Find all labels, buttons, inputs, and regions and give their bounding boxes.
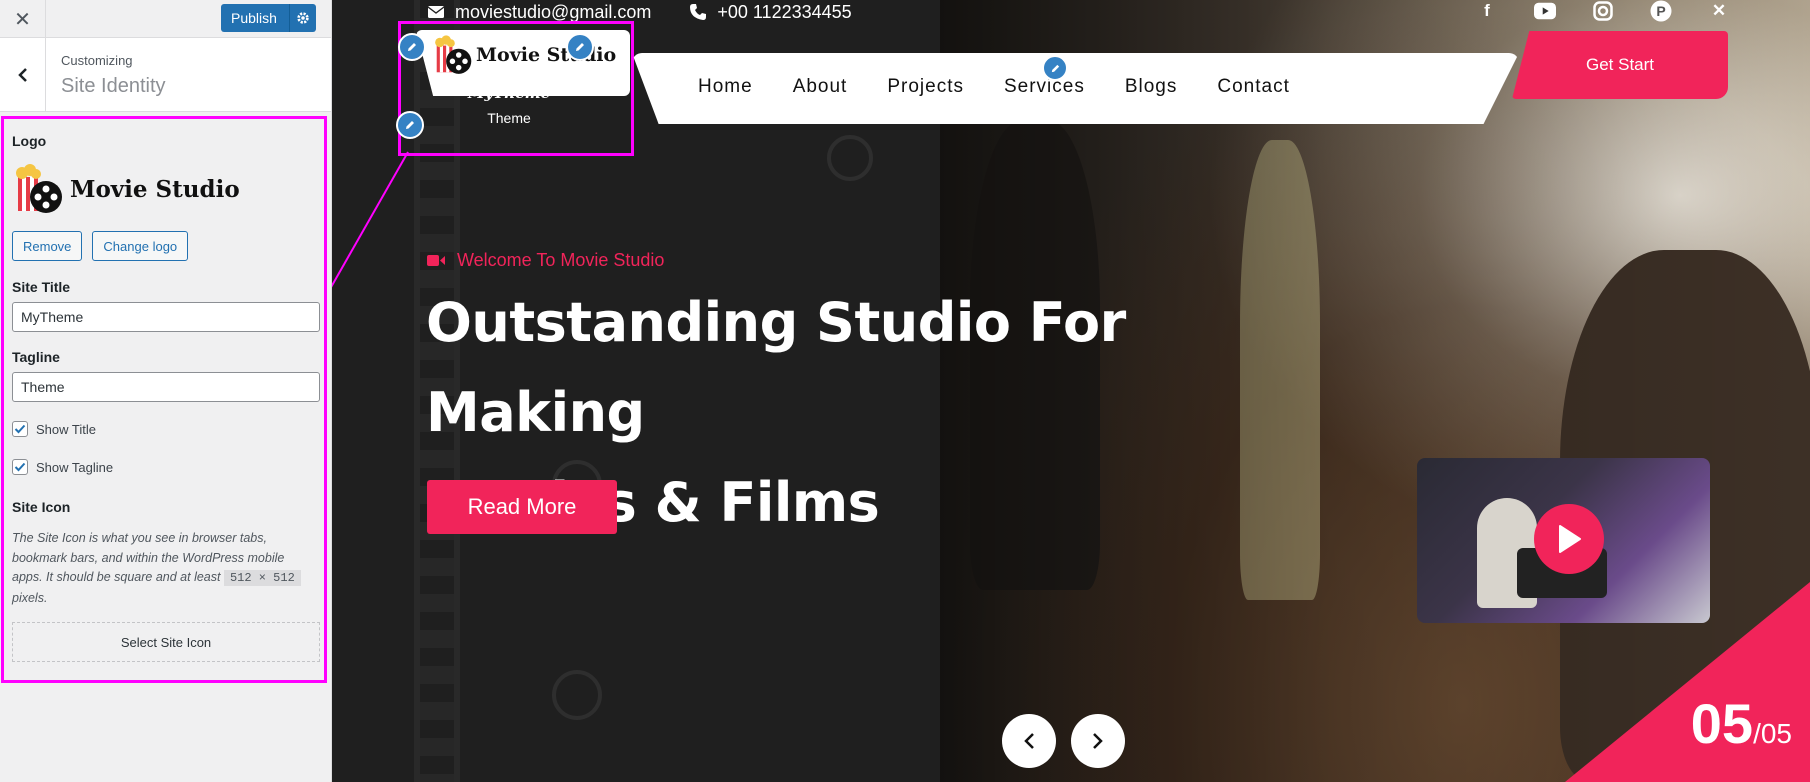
slide-total: /05 bbox=[1753, 718, 1792, 749]
back-button[interactable] bbox=[0, 38, 46, 112]
site-icon-size: 512 × 512 bbox=[223, 570, 301, 586]
hero-headline-line1: Outstanding Studio For Making bbox=[426, 291, 1126, 444]
section-header: Customizing Site Identity bbox=[0, 38, 331, 112]
youtube-icon[interactable] bbox=[1534, 0, 1556, 22]
nav-item-home[interactable]: Home bbox=[698, 76, 753, 98]
site-icon-desc-end: pixels. bbox=[12, 590, 48, 605]
site-title-input[interactable]: MyTheme bbox=[12, 302, 320, 332]
nav-item-services[interactable]: Services bbox=[1004, 76, 1085, 98]
show-tagline-label: Show Tagline bbox=[36, 459, 114, 475]
site-icon-label: Site Icon bbox=[12, 499, 71, 515]
main-navigation: Home About Projects Services Blogs Conta… bbox=[698, 76, 1290, 98]
slide-counter: 05/05 bbox=[1691, 691, 1792, 756]
close-icon[interactable]: ✕ bbox=[0, 0, 46, 38]
selected-element-outline bbox=[398, 21, 634, 156]
chevron-left-icon bbox=[17, 68, 27, 82]
publish-button[interactable]: Publish bbox=[221, 4, 316, 32]
chevron-left-icon bbox=[1024, 733, 1034, 749]
next-slide-button[interactable] bbox=[1071, 714, 1125, 768]
instagram-icon[interactable] bbox=[1592, 0, 1614, 22]
checkmark-icon bbox=[14, 462, 26, 472]
logo-text: Movie Studio bbox=[70, 175, 240, 203]
site-preview: moviestudio@gmail.com +00 1122334455 f P… bbox=[332, 0, 1810, 782]
phone-icon bbox=[690, 4, 707, 20]
show-tagline-checkbox[interactable] bbox=[12, 459, 28, 475]
edit-logo-image-pencil-icon[interactable] bbox=[566, 33, 594, 61]
show-title-checkbox[interactable] bbox=[12, 421, 28, 437]
site-title-label: Site Title bbox=[12, 279, 71, 295]
focus-connector-line bbox=[332, 151, 409, 288]
circle-decoration bbox=[552, 670, 602, 720]
play-button[interactable] bbox=[1534, 504, 1604, 574]
email-text[interactable]: moviestudio@gmail.com bbox=[455, 2, 651, 23]
phone-text[interactable]: +00 1122334455 bbox=[717, 2, 851, 23]
popcorn-reel-logo-icon bbox=[16, 164, 62, 213]
site-icon-description: The Site Icon is what you see in browser… bbox=[12, 529, 316, 608]
x-icon[interactable]: ✕ bbox=[1708, 0, 1730, 22]
logo-preview: Movie Studio bbox=[12, 163, 316, 215]
envelope-icon bbox=[427, 6, 445, 18]
tagline-label: Tagline bbox=[12, 349, 60, 365]
welcome-text: Welcome To Movie Studio bbox=[457, 250, 665, 270]
publish-label: Publish bbox=[231, 10, 277, 26]
select-site-icon-button[interactable]: Select Site Icon bbox=[12, 622, 320, 662]
customizer-sidebar: ✕ Publish Customizing Site Identity Logo bbox=[0, 0, 332, 782]
checkmark-icon bbox=[14, 424, 26, 434]
customizer-top-bar: ✕ Publish bbox=[0, 0, 331, 38]
svg-text:P: P bbox=[1656, 3, 1665, 19]
pinterest-icon[interactable]: P bbox=[1650, 0, 1672, 22]
nav-item-projects[interactable]: Projects bbox=[887, 76, 964, 98]
tagline-input[interactable]: Theme bbox=[12, 372, 320, 402]
remove-logo-button[interactable]: Remove bbox=[12, 231, 83, 261]
edit-menu-pencil-icon[interactable] bbox=[1042, 55, 1068, 81]
facebook-icon[interactable]: f bbox=[1476, 0, 1498, 22]
section-title: Site Identity bbox=[61, 75, 166, 97]
video-camera-icon bbox=[427, 255, 445, 266]
nav-item-blogs[interactable]: Blogs bbox=[1125, 76, 1178, 98]
nav-item-about[interactable]: About bbox=[793, 76, 848, 98]
read-more-button[interactable]: Read More bbox=[427, 480, 617, 534]
customizing-label: Customizing bbox=[61, 53, 133, 68]
social-links: f P ✕ bbox=[1476, 0, 1730, 22]
show-title-label: Show Title bbox=[36, 421, 96, 437]
nav-item-contact[interactable]: Contact bbox=[1217, 76, 1289, 98]
previous-slide-button[interactable] bbox=[1002, 714, 1056, 768]
circle-decoration bbox=[827, 135, 873, 181]
show-tagline-option: Show Tagline bbox=[12, 459, 316, 475]
site-identity-panel: Logo Movie Studio Remove Change logo Sit… bbox=[1, 116, 327, 683]
logo-label: Logo bbox=[12, 133, 47, 149]
show-title-option: Show Title bbox=[12, 421, 316, 437]
edit-logo-pencil-icon[interactable] bbox=[398, 33, 426, 61]
get-start-button[interactable]: Get Start bbox=[1512, 31, 1728, 99]
gear-icon[interactable] bbox=[289, 4, 316, 32]
edit-title-pencil-icon[interactable] bbox=[396, 111, 424, 139]
slide-current: 05 bbox=[1690, 692, 1754, 755]
change-logo-button[interactable]: Change logo bbox=[92, 231, 189, 261]
play-icon bbox=[1559, 525, 1581, 553]
chevron-right-icon bbox=[1093, 733, 1103, 749]
welcome-line: Welcome To Movie Studio bbox=[427, 250, 664, 271]
